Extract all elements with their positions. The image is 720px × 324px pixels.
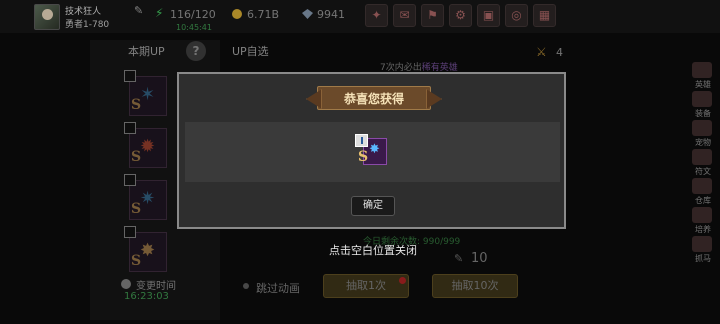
reward-rank: S [358, 149, 369, 165]
close-hint: 点击空白位置关闭 [329, 244, 417, 257]
dialog-title-banner: 恭喜您获得 [317, 86, 431, 110]
reward-item[interactable]: ✸ S [355, 134, 389, 168]
reward-dialog: 恭喜您获得 ✸ S 确定 [177, 72, 566, 229]
star-burst-icon: ✸ [369, 142, 380, 157]
dialog-title: 恭喜您获得 [343, 92, 404, 106]
reward-tag-icon [355, 134, 368, 147]
confirm-button[interactable]: 确定 [351, 196, 395, 216]
